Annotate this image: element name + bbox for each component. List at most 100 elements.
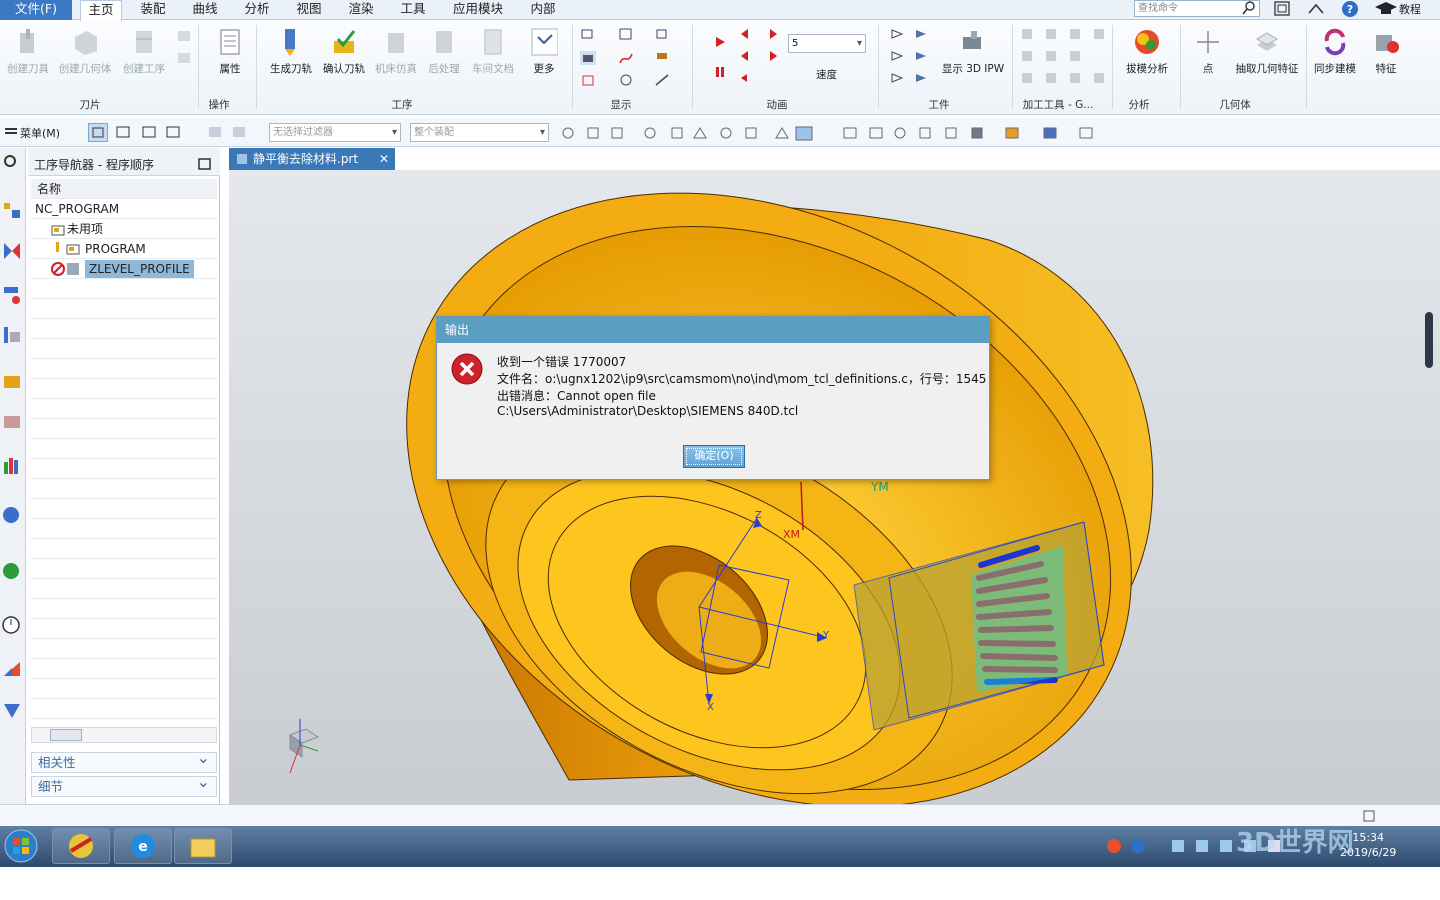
tab-view[interactable]: 视图: [288, 0, 330, 20]
filter2-icon[interactable]: [230, 124, 248, 141]
tree-item-zlevel-profile[interactable]: ZLEVEL_PROFILE: [31, 259, 217, 279]
operation-navigator-icon[interactable]: [2, 200, 22, 222]
assembly-filter-select[interactable]: 整个装配: [410, 123, 549, 142]
display-path-icon[interactable]: [580, 27, 596, 41]
nx-taskbar-button[interactable]: [52, 828, 110, 864]
graphics-window[interactable]: YM XM X Y Z: [229, 170, 1440, 804]
clock-icon[interactable]: [2, 614, 22, 636]
postprocess-button[interactable]: 后处理: [424, 27, 464, 76]
tab-curve[interactable]: 曲线: [184, 0, 226, 20]
list-icon[interactable]: [164, 124, 182, 141]
close-icon[interactable]: ✕: [379, 148, 389, 170]
reuse-library-icon[interactable]: [2, 370, 22, 392]
machine-library-icon[interactable]: [2, 410, 22, 432]
speed-select[interactable]: 5: [788, 34, 866, 53]
small-paste-icon[interactable]: [176, 51, 192, 65]
menu-button[interactable]: 菜单(M): [20, 125, 60, 141]
filter-icon[interactable]: [206, 124, 224, 141]
sogou-icon[interactable]: [1106, 838, 1122, 854]
tab-internal[interactable]: 内部: [522, 0, 564, 20]
graphics-scrollbar[interactable]: [1425, 312, 1433, 368]
help-tray-icon[interactable]: [1130, 838, 1146, 854]
tab-tools[interactable]: 工具: [392, 0, 434, 20]
help-icon[interactable]: ?: [1340, 0, 1360, 18]
properties-button[interactable]: 属性: [212, 27, 248, 76]
method-navigator-icon[interactable]: [2, 284, 22, 306]
display-layer-icon[interactable]: [580, 51, 596, 65]
workpiece-icon-4[interactable]: [914, 27, 930, 41]
play-icon[interactable]: [712, 35, 728, 49]
file-menu[interactable]: 文件(F): [0, 0, 72, 20]
more-button[interactable]: 更多: [526, 27, 562, 76]
palette-icon[interactable]: [2, 658, 22, 680]
feature-button[interactable]: 特征: [1366, 27, 1406, 76]
start-button-icon[interactable]: [2, 828, 40, 864]
mtool-icon-3[interactable]: [1068, 27, 1084, 41]
tree-item-unused[interactable]: 未用项: [31, 219, 217, 239]
horizontal-scrollbar[interactable]: [31, 727, 217, 743]
step-forward-icon[interactable]: [766, 27, 782, 41]
pause-icon[interactable]: [712, 65, 728, 79]
ok-button[interactable]: 确定(O): [683, 445, 745, 468]
mtool-icon-4[interactable]: [1092, 27, 1108, 41]
generate-path-button[interactable]: 生成刀轨: [266, 27, 316, 76]
type-filter-select[interactable]: 无选择过滤器: [269, 123, 401, 142]
display-node-icon[interactable]: [654, 27, 670, 41]
create-operation-button[interactable]: 创建工序: [120, 27, 168, 76]
window-mode-icon[interactable]: [1272, 0, 1292, 18]
tab-assembly[interactable]: 装配: [132, 0, 174, 20]
workpiece-icon-3[interactable]: [890, 71, 906, 85]
mtool-icon-5[interactable]: [1020, 49, 1036, 63]
display-tool-icon[interactable]: [654, 51, 670, 65]
workpiece-icon-2[interactable]: [890, 49, 906, 63]
history-icon[interactable]: [2, 560, 22, 582]
machine-navigator-icon[interactable]: [2, 240, 22, 262]
fullscreen-icon[interactable]: [1362, 809, 1376, 823]
mtool-icon-2[interactable]: [1044, 27, 1060, 41]
web-browser-icon[interactable]: [2, 504, 22, 526]
rewind-icon[interactable]: [736, 49, 752, 63]
related-panel[interactable]: 相关性: [31, 748, 217, 773]
workpiece-icon-5[interactable]: [914, 49, 930, 63]
geometry-navigator-icon[interactable]: [2, 324, 22, 346]
display-box-icon[interactable]: [618, 27, 634, 41]
maximize-icon[interactable]: [198, 158, 212, 170]
mtool-icon-7[interactable]: [1068, 49, 1084, 63]
role-icon[interactable]: [2, 700, 22, 722]
explorer-taskbar-button[interactable]: [174, 828, 232, 864]
tab-render[interactable]: 渲染: [340, 0, 382, 20]
graduation-cap-icon[interactable]: [1374, 0, 1398, 18]
details-panel[interactable]: 细节: [31, 772, 217, 797]
display-curve-icon[interactable]: [618, 51, 634, 65]
prev-icon[interactable]: [736, 71, 752, 85]
show-3d-ipw-button[interactable]: 显示 3D IPW: [940, 27, 1006, 76]
tab-home[interactable]: 主页: [80, 0, 122, 21]
mtool-icon-9[interactable]: [1044, 71, 1060, 85]
search-icon[interactable]: [1242, 1, 1256, 15]
small-copy-icon[interactable]: [176, 29, 192, 43]
collapse-ribbon-icon[interactable]: [1306, 0, 1326, 18]
machine-sim-button[interactable]: 机床仿真: [372, 27, 420, 76]
display-section-icon[interactable]: [580, 73, 596, 87]
tutorial-link[interactable]: 教程: [1399, 1, 1421, 17]
display-line-icon[interactable]: [654, 73, 670, 87]
sort-icon[interactable]: [140, 124, 158, 141]
document-tab[interactable]: 静平衡去除材料.prt ✕: [229, 148, 395, 170]
point-button[interactable]: 点: [1190, 27, 1226, 76]
mtool-icon-6[interactable]: [1044, 49, 1060, 63]
mtool-icon-10[interactable]: [1068, 71, 1084, 85]
tree-item-nc-program[interactable]: NC_PROGRAM: [31, 199, 217, 219]
mtool-icon-8[interactable]: [1020, 71, 1036, 85]
draft-analysis-button[interactable]: 拔模分析: [1122, 27, 1172, 76]
tab-analysis[interactable]: 分析: [236, 0, 278, 20]
scroll-thumb[interactable]: [50, 729, 82, 741]
display-circle-icon[interactable]: [618, 73, 634, 87]
settings-icon[interactable]: [2, 152, 22, 174]
verify-path-button[interactable]: 确认刀轨: [320, 27, 368, 76]
sync-modeling-button[interactable]: 同步建模: [1310, 27, 1360, 76]
workpiece-icon-1[interactable]: [890, 27, 906, 41]
ie-taskbar-button[interactable]: e: [114, 828, 172, 864]
tree-icon[interactable]: [114, 124, 132, 141]
select-icon[interactable]: [88, 123, 108, 142]
tree-item-program[interactable]: PROGRAM: [31, 239, 217, 259]
